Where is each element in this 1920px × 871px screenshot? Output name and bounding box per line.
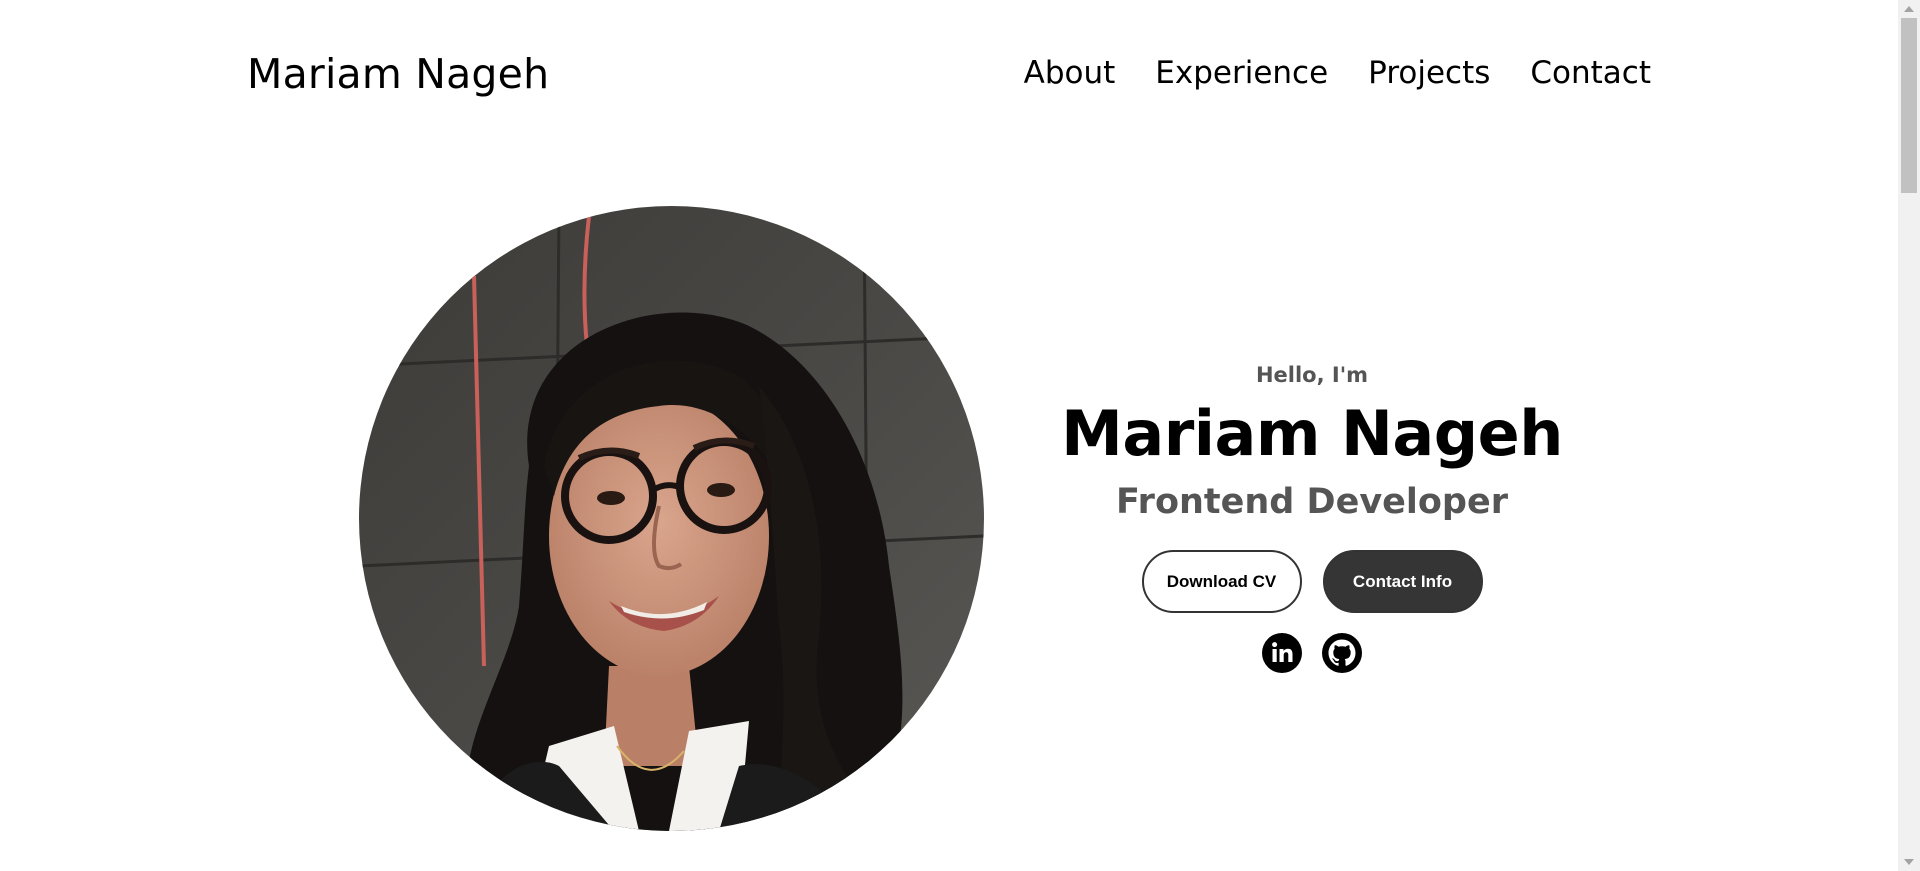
- hero-job-title: Frontend Developer: [1116, 482, 1508, 522]
- nav-link-projects[interactable]: Projects: [1368, 55, 1490, 91]
- scroll-thumb[interactable]: [1901, 18, 1917, 193]
- hero-name: Mariam Nageh: [1061, 397, 1563, 470]
- portfolio-page: Mariam Nageh About Experience Projects C…: [0, 0, 1920, 871]
- hero-section: Hello, I'm Mariam Nageh Frontend Develop…: [1012, 358, 1612, 673]
- profile-photo: [359, 206, 984, 831]
- github-icon[interactable]: [1322, 633, 1362, 673]
- site-logo[interactable]: Mariam Nageh: [247, 50, 549, 98]
- hero-buttons: Download CV Contact Info: [1012, 550, 1612, 613]
- nav-link-about[interactable]: About: [1024, 55, 1116, 91]
- greeting-text: Hello, I'm: [1255, 363, 1369, 387]
- linkedin-icon[interactable]: [1262, 633, 1302, 673]
- contact-info-button[interactable]: Contact Info: [1322, 550, 1483, 613]
- download-cv-button[interactable]: Download CV: [1141, 550, 1302, 613]
- nav-links: About Experience Projects Contact: [1024, 55, 1651, 91]
- scroll-up-arrow-icon[interactable]: [1904, 6, 1914, 12]
- scroll-down-arrow-icon[interactable]: [1904, 859, 1914, 865]
- top-navigation: Mariam Nageh About Experience Projects C…: [0, 0, 1898, 150]
- nav-link-experience[interactable]: Experience: [1155, 55, 1328, 91]
- vertical-scrollbar[interactable]: [1898, 0, 1920, 871]
- social-links: [1012, 633, 1612, 673]
- nav-link-contact[interactable]: Contact: [1530, 55, 1651, 91]
- profile-photo-illustration: [359, 206, 984, 831]
